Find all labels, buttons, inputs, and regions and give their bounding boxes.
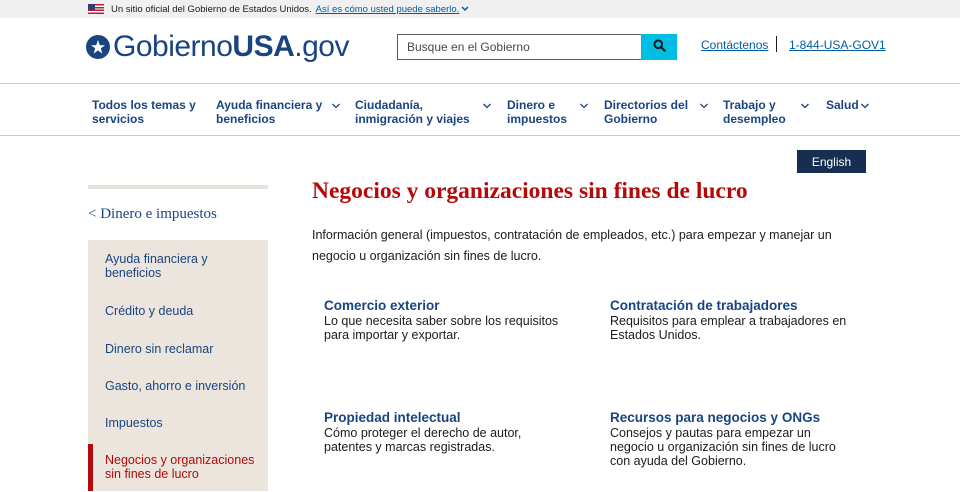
chevron-down-icon[interactable] (579, 98, 589, 109)
nav-item-citizenship[interactable]: Ciudadanía, inmigración y viajes (355, 98, 475, 126)
page-intro: Información general (impuestos, contrata… (312, 228, 832, 263)
sidebar-item-unclaimed-money[interactable]: Dinero sin reclamar (88, 329, 268, 366)
logo-bold: USA (232, 30, 295, 63)
topic-card-title[interactable]: Comercio exterior (324, 298, 574, 314)
banner-text: Un sitio oficial del Gobierno de Estados… (111, 3, 312, 15)
topic-card-title[interactable]: Recursos para negocios y ONGs (610, 410, 845, 426)
nav-item-work[interactable]: Trabajo y desempleo (723, 98, 795, 126)
nav-item-money-taxes[interactable]: Dinero e impuestos (507, 98, 577, 126)
nav-item-health[interactable]: Salud (826, 98, 860, 112)
logo-wordmark: GobiernoUSA.gov (113, 32, 349, 62)
chevron-down-icon[interactable] (331, 98, 341, 109)
phone-link[interactable]: 1-844-USA-GOV1 (789, 38, 886, 52)
topic-card-desc: Lo que necesita saber sobre los requisit… (324, 314, 559, 342)
site-header: GobiernoUSA.gov Contáctenos 1-844-USA-GO… (0, 18, 960, 84)
contact-link[interactable]: Contáctenos (701, 38, 768, 52)
nav-item-financial-aid[interactable]: Ayuda financiera y beneficios (216, 98, 324, 126)
star-circle-icon (86, 35, 110, 59)
logo-prefix: Gobierno (113, 30, 233, 63)
english-language-button[interactable]: English (797, 150, 866, 173)
chevron-down-icon[interactable] (860, 98, 870, 109)
chevron-down-icon[interactable] (699, 98, 709, 109)
header-divider (776, 36, 777, 52)
sidebar-item-taxes[interactable]: Impuestos (88, 403, 268, 444)
site-logo[interactable]: GobiernoUSA.gov (86, 30, 349, 64)
search-button[interactable] (641, 34, 677, 60)
topic-card-desc: Requisitos para emplear a trabajadores e… (610, 314, 847, 342)
search-input[interactable] (397, 34, 641, 60)
nav-item-directories[interactable]: Directorios del Gobierno (604, 98, 694, 126)
main-nav: Todos los temas y servicios Ayuda financ… (0, 84, 960, 136)
search-icon (653, 39, 666, 55)
nav-item-all-topics[interactable]: Todos los temas y servicios (92, 98, 202, 126)
topic-card-business-resources: Recursos para negocios y ONGs Consejos y… (610, 410, 845, 468)
sidebar-item-credit-debt[interactable]: Crédito y deuda (88, 292, 268, 329)
chevron-down-icon[interactable] (800, 98, 810, 109)
topic-card-hiring: Contratación de trabajadores Requisitos … (610, 298, 855, 342)
us-flag-icon (88, 4, 104, 14)
topic-card-title[interactable]: Contratación de trabajadores (610, 298, 855, 314)
logo-suffix: .gov (294, 30, 349, 63)
topic-card-desc: Cómo proteger el derecho de autor, paten… (324, 426, 522, 454)
chevron-down-icon[interactable] (482, 98, 492, 109)
sidebar-item-spending-saving[interactable]: Gasto, ahorro e inversión (88, 366, 268, 403)
official-banner: Un sitio oficial del Gobierno de Estados… (0, 0, 960, 18)
search-form (397, 34, 677, 60)
sidebar-item-business-nonprofits[interactable]: Negocios y organizaciones sin fines de l… (88, 444, 268, 491)
sidebar-back-link[interactable]: < Dinero e impuestos (88, 206, 217, 223)
sidebar-item-financial-aid[interactable]: Ayuda financiera y beneficios (88, 240, 268, 292)
topic-card-foreign-trade: Comercio exterior Lo que necesita saber … (324, 298, 574, 342)
topic-card-desc: Consejos y pautas para empezar un negoci… (610, 426, 836, 468)
topic-card-intellectual-property: Propiedad intelectual Cómo proteger el d… (324, 410, 534, 454)
sidebar-top-rule (88, 185, 268, 189)
sidebar-nav: Ayuda financiera y beneficios Crédito y … (88, 240, 268, 491)
banner-link[interactable]: Así es cómo usted puede saberlo. (316, 4, 460, 15)
page-title: Negocios y organizaciones sin fines de l… (312, 178, 748, 204)
chevron-down-icon[interactable] (461, 4, 469, 14)
topic-card-title[interactable]: Propiedad intelectual (324, 410, 534, 426)
